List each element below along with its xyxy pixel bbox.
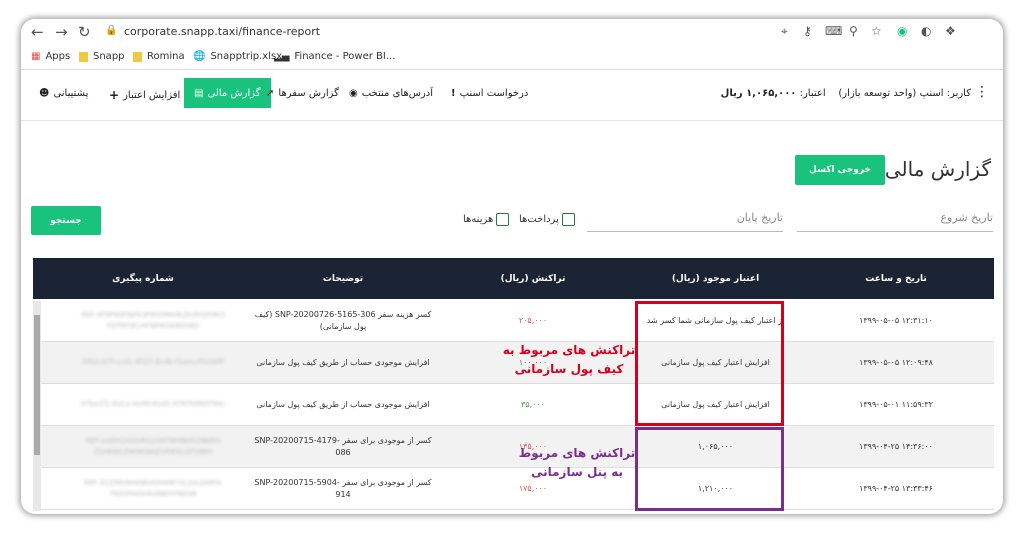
menu-request-snapp[interactable]: ! درخواست اسنپ <box>451 88 528 99</box>
more-options-icon[interactable]: ⋮ <box>975 84 989 100</box>
translate-icon[interactable]: ⌨ <box>825 24 842 38</box>
header-description: توضیحات <box>322 273 364 284</box>
datetime-cell: ۱۳۹۹-۰۴-۲۵ ۱۴:۳۶:۰۰ <box>859 441 933 451</box>
description-cell: کسر از موجودی برای سفر SNP-20200715-4179… <box>254 435 432 457</box>
credit-value: ۱,۰۶۵,۰۰۰ ریال <box>720 88 797 99</box>
table-row[interactable]: REF-A4DH2AOGRILVVKTMHBHGZ8KRG ZSH6WLDW8K… <box>33 426 994 468</box>
panel-highlight-box <box>635 427 784 511</box>
screenshot-frame: ← → ↻ 🔒 corporate.snapp.taxi/finance-rep… <box>21 19 1003 514</box>
apps-icon: ▦ <box>31 51 41 62</box>
chart-icon: ➚ <box>266 88 275 99</box>
amount-cell: ۲۰۵,۰۰۰ <box>518 315 548 325</box>
plus-icon: + <box>109 88 120 102</box>
header-amount: تراکنش (ریال) <box>500 273 566 284</box>
credit-label: اعتبار: <box>799 88 826 99</box>
wallet-annotation: تراکنش های مربوط به کیف پول سازمانی <box>502 343 636 377</box>
wallet-icon: ▤ <box>194 87 204 99</box>
location-pin-icon: ◉ <box>349 88 358 99</box>
menu-finance-report[interactable]: ▤ گزارش مالی <box>184 78 271 108</box>
location-icon[interactable]: ⌖ <box>781 24 788 39</box>
user-info: کاربر: اسنپ (واحد توسعه بازار) اعتبار: ۱… <box>721 88 971 99</box>
costs-checkbox[interactable] <box>496 213 510 226</box>
export-excel-button[interactable]: خروجی اکسل <box>795 155 885 185</box>
payments-checkbox[interactable] <box>561 213 575 226</box>
browser-toolbar: ← → ↻ 🔒 corporate.snapp.taxi/finance-rep… <box>21 19 1003 47</box>
key-icon[interactable]: ⚷ <box>803 24 812 38</box>
description-cell: کسر از موجودی برای سفر SNP-20200715-5904… <box>254 477 432 499</box>
bookmarks-bar: ▦ Apps Snapp Romina 🌐 Snapptrip.xlsx ▂▄ … <box>21 47 1003 70</box>
tracking-cell: REF-0F8FK9F8JFA3F8SDMA9LDURIQ59K3 FDTRF9… <box>81 311 225 330</box>
start-date-input[interactable]: تاریخ شروع <box>797 211 993 232</box>
menu-support[interactable]: ☻ پشتیبانی <box>39 88 88 99</box>
lock-icon: 🔒 <box>105 25 118 36</box>
folder-icon <box>79 51 88 62</box>
extension-grammarly-icon[interactable]: ◉ <box>897 24 907 38</box>
table-scrollbar[interactable] <box>33 301 41 511</box>
exclamation-icon: ! <box>451 88 456 99</box>
tracking-cell: REF-A4DH2AOGRILVVKTMHBHGZ8KRG ZSH6WLDW8K… <box>85 437 221 456</box>
menu-add-credit[interactable]: + افزایش اعتبار <box>109 88 180 102</box>
wallet-highlight-box <box>635 301 784 426</box>
back-icon[interactable]: ← <box>31 23 44 41</box>
filter-costs[interactable]: هزینه‌ها <box>463 213 510 226</box>
header-balance: اعتبار موجود (ریال) <box>671 273 760 284</box>
tracking-cell: 0f02c07f-ccd1-4f1f7-8c4b-f2aeccf0209ff <box>82 358 224 367</box>
puzzle-icon[interactable]: ❖ <box>945 24 956 38</box>
tracking-cell: 97be1f1-8a1a-4e48-81d2-4767b68d79ec <box>80 400 226 409</box>
star-icon[interactable]: ☆ <box>871 24 882 38</box>
datetime-cell: ۱۳۹۹-۰۵-۰۵ ۱۲:۰۹:۴۸ <box>859 357 933 367</box>
description-cell: افزایش موجودی حساب از طریق کیف پول سازما… <box>256 357 430 367</box>
forward-icon[interactable]: → <box>55 23 68 41</box>
address-bar[interactable]: corporate.snapp.taxi/finance-report <box>124 25 320 38</box>
app-header: ☻ پشتیبانی + افزایش اعتبار ▤ گزارش مالی … <box>21 70 1003 121</box>
header-datetime: تاریخ و ساعت <box>865 273 927 284</box>
folder-icon <box>133 51 142 62</box>
page-title: گزارش مالی <box>884 157 991 181</box>
bookmark-finance[interactable]: ▂▄ Finance - Power BI... <box>274 51 395 62</box>
description-cell: افزایش موجودی حساب از طریق کیف پول سازما… <box>256 399 430 409</box>
zoom-icon[interactable]: ⚲ <box>849 24 858 38</box>
menu-selected-addresses[interactable]: ◉ آدرس‌های منتخب <box>349 88 433 99</box>
table-row[interactable]: 97be1f1-8a1a-4e48-81d2-4767b68d79ec افزا… <box>33 384 994 426</box>
filter-payments[interactable]: پرداخت‌ها <box>519 213 575 226</box>
scrollbar-thumb[interactable] <box>34 315 40 455</box>
reload-icon[interactable]: ↻ <box>78 23 91 41</box>
panel-annotation: تراکنش های مربوط به پنل سازمانی <box>518 446 636 480</box>
extension-icon[interactable]: ◐ <box>921 24 931 38</box>
description-cell: کسر هزینه سفر SNP-20200726-5165-306 (کیف… <box>254 309 432 331</box>
bookmark-romina[interactable]: Romina <box>133 51 185 62</box>
user-label: کاربر: <box>946 88 971 99</box>
amount-cell: ۳۵,۰۰۰ <box>520 399 546 409</box>
end-date-input[interactable]: تاریخ پایان <box>587 211 783 232</box>
support-icon: ☻ <box>39 88 50 99</box>
table-row[interactable]: REF-0F8FK9F8JFA3F8SDMA9LDURIQ59K3 FDTRF9… <box>33 300 994 342</box>
datetime-cell: ۱۳۹۹-۰۵-۰۵ ۱۲:۳۱:۱۰ <box>859 315 933 325</box>
powerbi-icon: ▂▄ <box>274 51 290 62</box>
table-row[interactable]: REF-D1ZMH9HK8E4SH44F7Q.JULZARFA TKD2FAOX… <box>33 468 994 510</box>
tracking-cell: REF-D1ZMH9HK8E4SH44F7Q.JULZARFA TKD2FAOX… <box>84 479 222 498</box>
table-header: شماره پیگیری توضیحات تراکنش (ریال) اعتبا… <box>33 258 994 299</box>
globe-icon: 🌐 <box>193 51 206 62</box>
user-name: اسنپ (واحد توسعه بازار) <box>838 88 944 99</box>
datetime-cell: ۱۳۹۹-۰۴-۲۵ ۱۳:۳۳:۴۶ <box>859 483 933 493</box>
datetime-cell: ۱۳۹۹-۰۵-۰۱ ۱۱:۵۹:۳۲ <box>859 399 933 409</box>
bookmark-apps[interactable]: ▦ Apps <box>31 51 70 62</box>
header-tracking: شماره پیگیری <box>112 273 174 284</box>
menu-trip-report[interactable]: ➚ گزارش سفرها <box>266 88 339 99</box>
search-button[interactable]: جستجو <box>31 206 101 235</box>
bookmark-snapptrip[interactable]: 🌐 Snapptrip.xlsx <box>193 51 282 62</box>
bookmark-snapp[interactable]: Snapp <box>79 51 125 62</box>
